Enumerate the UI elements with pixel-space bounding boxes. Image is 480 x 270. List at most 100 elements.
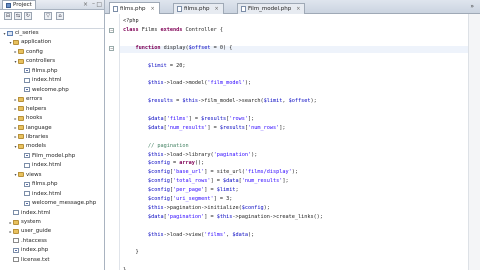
project-icon bbox=[7, 30, 13, 36]
tree-item[interactable]: ▸ hooks bbox=[13, 114, 42, 122]
tree-item[interactable]: ▸ libraries bbox=[13, 133, 48, 141]
code-token: ] = site_url( bbox=[204, 169, 245, 176]
folder-icon bbox=[18, 96, 24, 102]
editor-tab[interactable]: Film_model.php × bbox=[237, 3, 306, 14]
code-line: $this->load->library('pagination'); bbox=[123, 152, 257, 159]
code-line: $data['num_results'] = $results['num_row… bbox=[123, 125, 285, 132]
tree-item-label: controllers bbox=[26, 58, 56, 65]
fold-toggle-icon[interactable]: − bbox=[109, 45, 114, 51]
editor-tab[interactable]: films.php × bbox=[109, 2, 160, 14]
code-token: $results bbox=[219, 124, 245, 131]
tree-item[interactable]: ▾ application bbox=[8, 38, 51, 46]
code-token: 'total_rows' bbox=[173, 178, 211, 185]
code-token: $config bbox=[241, 204, 264, 211]
maximize-icon[interactable]: □ bbox=[96, 1, 102, 8]
code-editor[interactable]: − − <?php class Films extends Controller {… bbox=[105, 14, 480, 270]
refresh-icon[interactable]: ↻ bbox=[24, 12, 32, 20]
code-token: = bbox=[173, 98, 183, 105]
editor-tab[interactable]: films.php × bbox=[173, 3, 224, 14]
tree-item[interactable]: films.php bbox=[19, 67, 57, 75]
editor-tabbar: » films.php × films.php × Film_model.php × bbox=[105, 0, 480, 14]
code-token: display( bbox=[163, 44, 189, 51]
tree-item[interactable]: ▾ ci_series bbox=[2, 29, 38, 37]
code-token: ); bbox=[291, 169, 298, 176]
close-tab-icon[interactable]: × bbox=[150, 6, 154, 12]
tree-item-label: helpers bbox=[26, 105, 47, 112]
folder-icon bbox=[18, 106, 24, 112]
tree-item[interactable]: index.html bbox=[19, 190, 61, 198]
code-token: $config bbox=[148, 187, 170, 194]
code-line: $config = array(); bbox=[123, 160, 204, 167]
tree-item[interactable]: index.html bbox=[19, 161, 61, 169]
code-token: = 0) { bbox=[210, 44, 233, 51]
php-icon bbox=[24, 181, 30, 187]
tree-item[interactable]: index.php bbox=[8, 246, 48, 254]
code-line: $limit = 20; bbox=[123, 63, 186, 70]
code-line: // pagination bbox=[123, 143, 189, 150]
home-icon[interactable]: ⌂ bbox=[56, 12, 64, 20]
code-line: function display($offset = 0) { bbox=[123, 44, 233, 52]
filter-icon[interactable]: ▽ bbox=[44, 12, 52, 20]
code-token: ->film_model->search( bbox=[198, 98, 264, 105]
code-token: $results bbox=[201, 115, 227, 122]
code-token: 'films/display' bbox=[244, 169, 292, 176]
project-explorer-panel: Project × – □ ⊟ ⇆ ↻ ▽ ⌂ ▾ ci_series ▾ applicati… bbox=[0, 0, 105, 270]
link-editor-icon[interactable]: ⇆ bbox=[14, 12, 22, 20]
code-token: class bbox=[123, 26, 142, 33]
tree-item[interactable]: license.txt bbox=[8, 256, 50, 264]
tree-item[interactable]: .htaccess bbox=[8, 237, 47, 245]
tree-item[interactable]: ▸ language bbox=[13, 124, 51, 132]
txt-icon bbox=[13, 238, 19, 244]
project-tab[interactable]: Project bbox=[2, 0, 36, 9]
tree-item[interactable]: welcome_message.php bbox=[19, 199, 96, 207]
code-line: <?php bbox=[123, 18, 139, 25]
html-icon bbox=[24, 77, 30, 83]
tree-item[interactable]: films.php bbox=[19, 180, 57, 188]
tree-item[interactable]: index.html bbox=[8, 209, 50, 217]
code-token: $config bbox=[148, 169, 170, 176]
close-tab-icon[interactable]: × bbox=[296, 6, 300, 12]
tree-item[interactable]: ▸ config bbox=[13, 48, 42, 56]
tree-item[interactable]: ▸ helpers bbox=[13, 105, 46, 113]
tree-item[interactable]: ▾ models bbox=[13, 142, 46, 150]
code-token: 'films' bbox=[204, 231, 227, 238]
folder-icon bbox=[18, 172, 24, 178]
tree-item[interactable]: ▾ controllers bbox=[13, 57, 55, 65]
code-token: ] = bbox=[210, 178, 223, 185]
php-icon bbox=[24, 68, 30, 74]
code-token: ; bbox=[235, 187, 239, 194]
code-token: Films bbox=[141, 26, 161, 33]
code-token: 'uri_segment' bbox=[173, 196, 214, 202]
code-token: ] = bbox=[204, 213, 217, 220]
project-toolbar: ⊟ ⇆ ↻ ▽ ⌂ bbox=[0, 10, 104, 29]
code-line: $data['films'] = $results['rows']; bbox=[123, 116, 254, 123]
tree-item[interactable]: ▸ system bbox=[8, 218, 40, 226]
tree-item[interactable]: index.html bbox=[19, 76, 61, 84]
code-token: ); bbox=[251, 151, 258, 158]
tree-item-label: Film_model.php bbox=[32, 152, 76, 159]
minimize-icon[interactable]: – bbox=[92, 0, 95, 7]
more-tabs-icon[interactable]: » bbox=[470, 3, 474, 10]
collapse-all-icon[interactable]: ⊟ bbox=[4, 12, 12, 20]
tree-item[interactable]: Film_model.php bbox=[19, 152, 75, 160]
code-token: ); bbox=[244, 80, 252, 87]
code-token: ]; bbox=[279, 124, 286, 131]
tree-item[interactable]: ▸ user_guide bbox=[8, 227, 51, 235]
code-token: $this bbox=[148, 204, 164, 211]
tree-item[interactable]: ▾ views bbox=[13, 171, 41, 179]
tree-item-label: libraries bbox=[26, 133, 49, 140]
code-line: $this->load->view('films', $data); bbox=[123, 232, 254, 239]
overview-ruler[interactable] bbox=[468, 14, 480, 270]
close-icon[interactable]: × bbox=[83, 1, 88, 8]
tree-item[interactable]: welcome.php bbox=[19, 86, 69, 94]
tree-item[interactable]: ▸ errors bbox=[13, 95, 42, 103]
close-tab-icon[interactable]: × bbox=[214, 6, 218, 12]
fold-toggle-icon[interactable]: − bbox=[109, 27, 114, 33]
